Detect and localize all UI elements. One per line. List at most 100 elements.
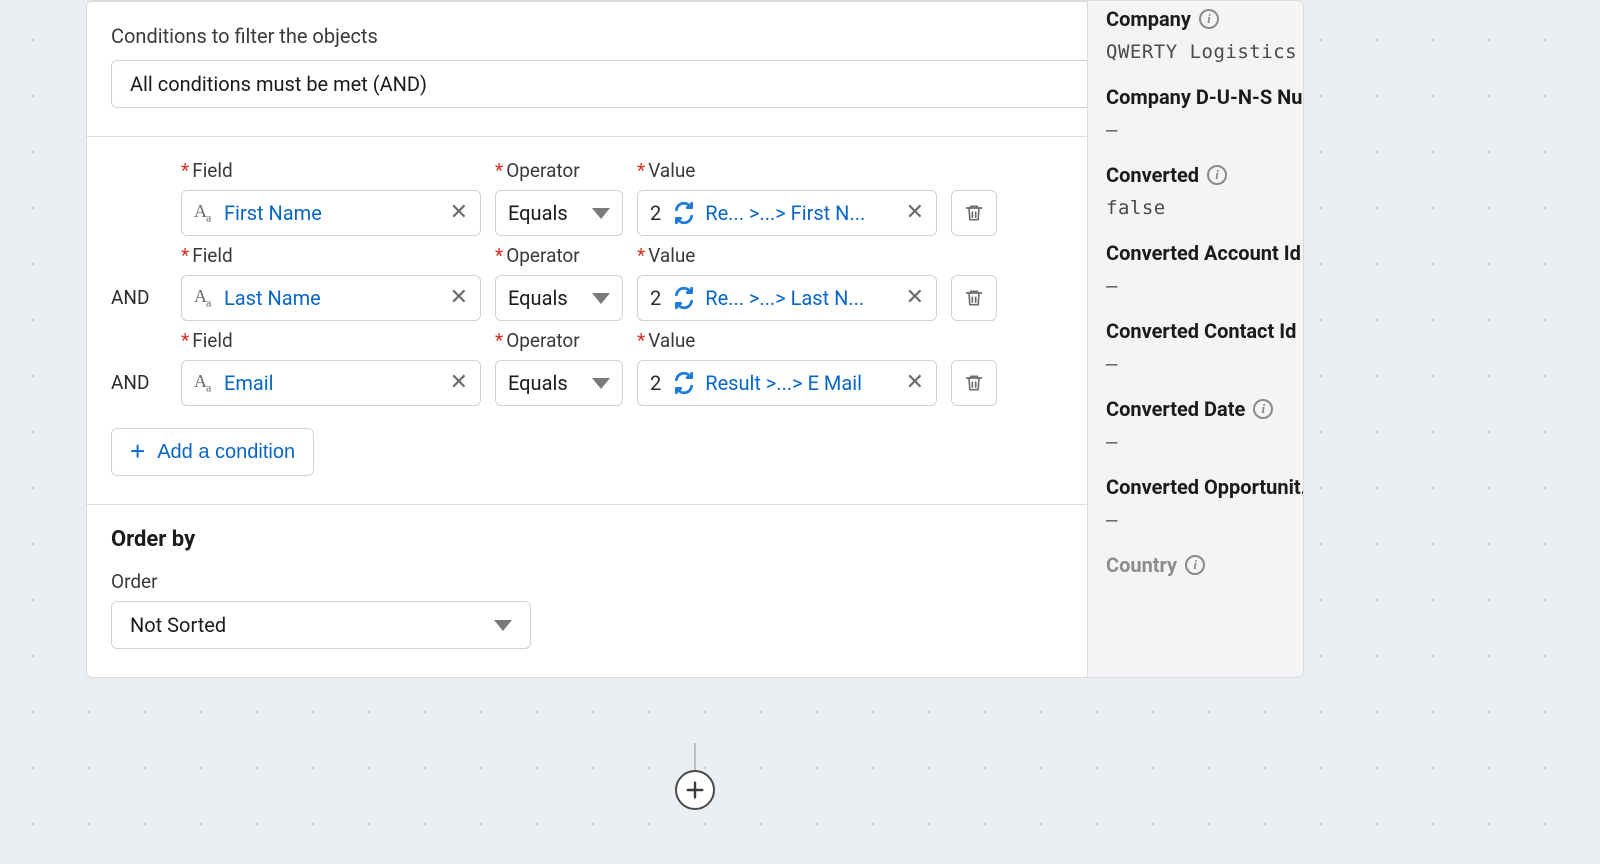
field-value: Last Name (224, 286, 321, 310)
operator-label: *Operator (495, 329, 623, 352)
info-icon[interactable]: i (1185, 555, 1205, 575)
property-value: QWERTY Logistics (1106, 41, 1304, 63)
add-condition-button[interactable]: + Add a condition (111, 428, 314, 476)
operator-col: *Operator Equals (495, 159, 623, 236)
condition-and-label (111, 224, 167, 236)
operator-value: Equals (508, 286, 568, 310)
value-prefix: 2 (650, 371, 661, 395)
loop-icon (671, 285, 697, 311)
connector-stem (694, 743, 696, 773)
operator-label: *Operator (495, 244, 623, 267)
property-label: Converted Contact Id i (1106, 319, 1304, 343)
clear-field-icon[interactable]: ✕ (448, 372, 470, 394)
property-value: – (1106, 431, 1304, 453)
clear-field-icon[interactable]: ✕ (448, 202, 470, 224)
inspector-property: Country i (1106, 553, 1304, 577)
value-path: Re... >...> Last N... (705, 286, 864, 310)
property-value: – (1106, 119, 1304, 141)
value-col: *Value 2 Result >...> E Mail ✕ (637, 329, 937, 406)
property-value: – (1106, 275, 1304, 297)
property-label: Converted Opportunit... (1106, 475, 1304, 499)
field-label: *Field (181, 244, 481, 267)
value-prefix: 2 (650, 201, 661, 225)
info-icon[interactable]: i (1207, 165, 1227, 185)
loop-icon (671, 200, 697, 226)
property-label: Converted i (1106, 163, 1304, 187)
inspector-property: Converted Date i – (1106, 397, 1304, 453)
operator-label: *Operator (495, 159, 623, 182)
text-type-icon: Aa (194, 286, 216, 311)
property-label: Converted Account Id i (1106, 241, 1304, 265)
field-input[interactable]: Aa Email ✕ (181, 360, 481, 406)
chevron-down-icon (592, 208, 610, 219)
operator-value: Equals (508, 371, 568, 395)
text-type-icon: Aa (194, 371, 216, 396)
add-condition-label: Add a condition (157, 441, 295, 464)
property-label: Company i (1106, 7, 1304, 31)
value-col: *Value 2 Re... >...> First N... ✕ (637, 159, 937, 236)
property-value: – (1106, 353, 1304, 375)
value-col: *Value 2 Re... >...> Last N... ✕ (637, 244, 937, 321)
inspector-panel: Company i QWERTY Logistics Company D-U-N… (1087, 1, 1304, 678)
inspector-property: Converted i false (1106, 163, 1304, 219)
property-label: Country i (1106, 553, 1304, 577)
delete-col (951, 248, 997, 321)
info-icon[interactable]: i (1199, 9, 1219, 29)
condition-and-label: AND (111, 286, 167, 321)
operator-select[interactable]: Equals (495, 190, 623, 236)
order-selected: Not Sorted (130, 613, 226, 637)
property-label: Company D-U-N-S Nu... (1106, 85, 1304, 109)
inspector-property: Converted Opportunit... – (1106, 475, 1304, 531)
property-value: – (1106, 509, 1304, 531)
field-value: Email (224, 371, 274, 395)
clear-field-icon[interactable]: ✕ (448, 287, 470, 309)
loop-icon (671, 370, 697, 396)
inspector-property: Converted Contact Id i – (1106, 319, 1304, 375)
chevron-down-icon (592, 378, 610, 389)
field-label: *Field (181, 159, 481, 182)
clear-value-icon[interactable]: ✕ (904, 287, 926, 309)
order-select[interactable]: Not Sorted (111, 601, 531, 649)
plus-icon: + (130, 438, 145, 464)
delete-row-button[interactable] (951, 360, 997, 406)
text-type-icon: Aa (194, 201, 216, 226)
value-path: Re... >...> First N... (705, 201, 865, 225)
info-icon[interactable]: i (1253, 399, 1273, 419)
field-input[interactable]: Aa First Name ✕ (181, 190, 481, 236)
field-input[interactable]: Aa Last Name ✕ (181, 275, 481, 321)
add-node-button[interactable] (675, 770, 715, 810)
filter-card: Conditions to filter the objects All con… (86, 0, 1304, 678)
inspector-property: Company D-U-N-S Nu... – (1106, 85, 1304, 141)
field-col: *Field Aa Last Name ✕ (181, 244, 481, 321)
delete-col (951, 163, 997, 236)
field-col: *Field Aa Email ✕ (181, 329, 481, 406)
value-input[interactable]: 2 Re... >...> Last N... ✕ (637, 275, 937, 321)
operator-select[interactable]: Equals (495, 275, 623, 321)
delete-col (951, 333, 997, 406)
field-value: First Name (224, 201, 322, 225)
operator-select[interactable]: Equals (495, 360, 623, 406)
value-label: *Value (637, 159, 937, 182)
clear-value-icon[interactable]: ✕ (904, 372, 926, 394)
chevron-down-icon (494, 620, 512, 631)
chevron-down-icon (592, 293, 610, 304)
field-label: *Field (181, 329, 481, 352)
field-col: *Field Aa First Name ✕ (181, 159, 481, 236)
delete-row-button[interactable] (951, 190, 997, 236)
value-input[interactable]: 2 Result >...> E Mail ✕ (637, 360, 937, 406)
operator-col: *Operator Equals (495, 329, 623, 406)
value-path: Result >...> E Mail (705, 371, 862, 395)
inspector-property: Converted Account Id i – (1106, 241, 1304, 297)
clear-value-icon[interactable]: ✕ (904, 202, 926, 224)
condition-and-label: AND (111, 371, 167, 406)
property-label: Converted Date i (1106, 397, 1304, 421)
value-input[interactable]: 2 Re... >...> First N... ✕ (637, 190, 937, 236)
value-label: *Value (637, 329, 937, 352)
value-prefix: 2 (650, 286, 661, 310)
property-value: false (1106, 197, 1304, 219)
value-label: *Value (637, 244, 937, 267)
operator-value: Equals (508, 201, 568, 225)
delete-row-button[interactable] (951, 275, 997, 321)
filter-logic-selected: All conditions must be met (AND) (130, 72, 427, 96)
inspector-property: Company i QWERTY Logistics (1106, 7, 1304, 63)
